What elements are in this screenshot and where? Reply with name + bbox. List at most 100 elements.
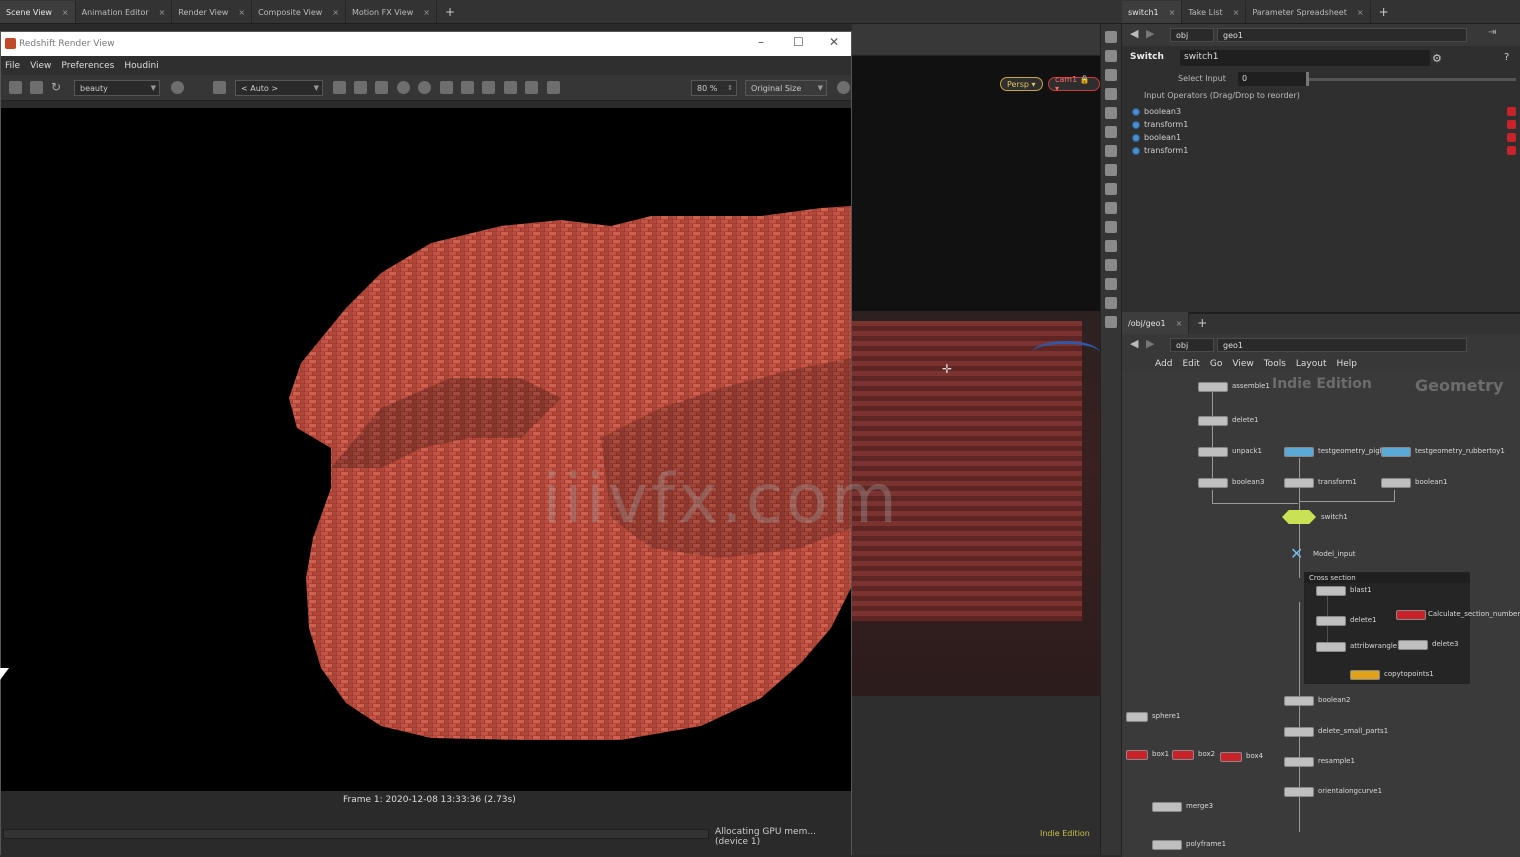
- lock-icon[interactable]: [333, 81, 346, 94]
- node-attribwrangle1[interactable]: [1316, 642, 1346, 652]
- crop-icon[interactable]: [213, 81, 226, 94]
- tab-take-list[interactable]: Take List ×: [1182, 1, 1247, 23]
- add-tab-icon[interactable]: +: [1189, 312, 1215, 334]
- menu-view[interactable]: View: [1232, 359, 1253, 369]
- node-transform1[interactable]: [1284, 478, 1314, 488]
- tab-composite-view[interactable]: Composite View ×: [252, 1, 346, 23]
- forward-arrow-icon[interactable]: ▶: [1146, 337, 1154, 350]
- collapse-icon[interactable]: [482, 81, 495, 94]
- grid-overlay-icon[interactable]: [354, 81, 367, 94]
- pin-icon[interactable]: ⇥: [1488, 27, 1496, 38]
- close-icon[interactable]: ×: [1176, 319, 1183, 328]
- camera-menu[interactable]: cam1 🔒▾: [1048, 75, 1100, 93]
- menu-tools[interactable]: Tools: [1264, 359, 1286, 369]
- list-item[interactable]: boolean3: [1132, 105, 1516, 118]
- image-icon[interactable]: [504, 81, 517, 94]
- remove-icon[interactable]: [1507, 107, 1516, 116]
- tab-render-view[interactable]: Render View ×: [172, 1, 253, 23]
- region-icon[interactable]: [397, 81, 410, 94]
- menu-edit[interactable]: Edit: [1182, 359, 1199, 369]
- minimize-icon[interactable]: –: [758, 35, 764, 49]
- copy-icon[interactable]: [547, 81, 560, 94]
- scene-viewport[interactable]: Persp ▾ cam1 🔒▾ ✛: [852, 56, 1100, 855]
- node-switch1[interactable]: [1282, 510, 1316, 524]
- list-item[interactable]: boolean1: [1132, 131, 1516, 144]
- light-icon[interactable]: [1105, 126, 1117, 138]
- help-icon[interactable]: ?: [1504, 52, 1509, 63]
- menu-file[interactable]: File: [5, 61, 20, 71]
- close-icon[interactable]: ×: [62, 8, 69, 17]
- menu-go[interactable]: Go: [1210, 359, 1222, 369]
- maximize-icon[interactable]: ☐: [793, 35, 804, 49]
- node-resample1[interactable]: [1284, 757, 1314, 767]
- select-input-field[interactable]: 0: [1238, 72, 1306, 86]
- node-polyframe1[interactable]: [1152, 840, 1182, 850]
- menu-help[interactable]: Help: [1337, 359, 1358, 369]
- refresh-icon[interactable]: ↻: [51, 81, 64, 94]
- close-icon[interactable]: ×: [1169, 8, 1176, 17]
- render-icon[interactable]: [30, 81, 43, 94]
- move-icon[interactable]: [1105, 50, 1117, 62]
- node-copytopoints1[interactable]: [1350, 670, 1380, 680]
- select-icon[interactable]: [1105, 31, 1117, 43]
- forward-arrow-icon[interactable]: ▶: [1146, 27, 1154, 40]
- remove-icon[interactable]: [1507, 120, 1516, 129]
- node-box1[interactable]: [1126, 750, 1148, 760]
- node-orientalongcurve1[interactable]: [1284, 787, 1314, 797]
- node-delete1b[interactable]: [1316, 616, 1346, 626]
- remove-icon[interactable]: [1507, 146, 1516, 155]
- close-window-icon[interactable]: ✕: [829, 35, 839, 49]
- pencil-icon[interactable]: [1105, 240, 1117, 252]
- node-delete3[interactable]: [1398, 640, 1428, 650]
- node-name-field[interactable]: switch1: [1180, 50, 1430, 66]
- path-obj[interactable]: obj: [1170, 28, 1214, 42]
- snapshot-icon[interactable]: [9, 81, 22, 94]
- remove-icon[interactable]: [1507, 133, 1516, 142]
- gear-icon[interactable]: ⚙: [1432, 52, 1442, 65]
- close-icon[interactable]: ×: [1233, 8, 1240, 17]
- slider-knob[interactable]: [1306, 72, 1309, 86]
- pin-icon[interactable]: [1105, 145, 1117, 157]
- fit-icon[interactable]: [440, 81, 453, 94]
- focus-icon[interactable]: [418, 81, 431, 94]
- close-icon[interactable]: ×: [159, 8, 166, 17]
- tab-animation-editor[interactable]: Animation Editor ×: [76, 1, 173, 23]
- node-box2[interactable]: [1172, 750, 1194, 760]
- menu-preferences[interactable]: Preferences: [61, 61, 114, 71]
- zoom-field[interactable]: 80 % ⇕: [691, 80, 737, 96]
- tab-network-geo1[interactable]: /obj/geo1 ×: [1122, 312, 1190, 334]
- add-tab-icon[interactable]: +: [1371, 1, 1397, 23]
- node-merge3[interactable]: [1152, 802, 1182, 812]
- net-path-geo[interactable]: geo1: [1217, 338, 1467, 352]
- camera-icon[interactable]: [1105, 164, 1117, 176]
- node-boolean1[interactable]: [1381, 478, 1411, 488]
- node-delete1[interactable]: [1198, 416, 1228, 426]
- measure-icon[interactable]: [1105, 221, 1117, 233]
- node-blast1[interactable]: [1316, 586, 1346, 596]
- scale-icon[interactable]: [1105, 88, 1117, 100]
- back-arrow-icon[interactable]: ◀: [1130, 337, 1138, 350]
- node-calculate-section-number[interactable]: [1396, 610, 1426, 620]
- close-icon[interactable]: ×: [332, 8, 339, 17]
- net-path-obj[interactable]: obj: [1170, 338, 1214, 352]
- visibility-icon[interactable]: [1105, 297, 1117, 309]
- node-boolean3[interactable]: [1198, 478, 1228, 488]
- node-graph[interactable]: Indie Edition Geometry assemble1 delete1…: [1122, 372, 1520, 857]
- info-icon[interactable]: [1105, 316, 1117, 328]
- persp-menu[interactable]: Persp ▾: [1000, 77, 1043, 91]
- expand-icon[interactable]: [461, 81, 474, 94]
- path-geo[interactable]: geo1: [1217, 28, 1467, 42]
- null-node-icon[interactable]: ✕: [1290, 544, 1303, 563]
- size-mode-select[interactable]: Original Size ▼: [745, 80, 827, 96]
- menu-view[interactable]: View: [30, 61, 51, 71]
- node-assemble1[interactable]: [1198, 382, 1228, 392]
- handle-icon[interactable]: [1105, 107, 1117, 119]
- node-box4[interactable]: [1220, 752, 1242, 762]
- tab-scene-view[interactable]: Scene View ×: [0, 1, 76, 23]
- node-delete-small-parts1[interactable]: [1284, 727, 1314, 737]
- close-icon[interactable]: ×: [238, 8, 245, 17]
- list-item[interactable]: transform1: [1132, 144, 1516, 157]
- settings-gear-icon[interactable]: [837, 81, 850, 94]
- grid-icon[interactable]: [1105, 259, 1117, 271]
- compare-icon[interactable]: [525, 81, 538, 94]
